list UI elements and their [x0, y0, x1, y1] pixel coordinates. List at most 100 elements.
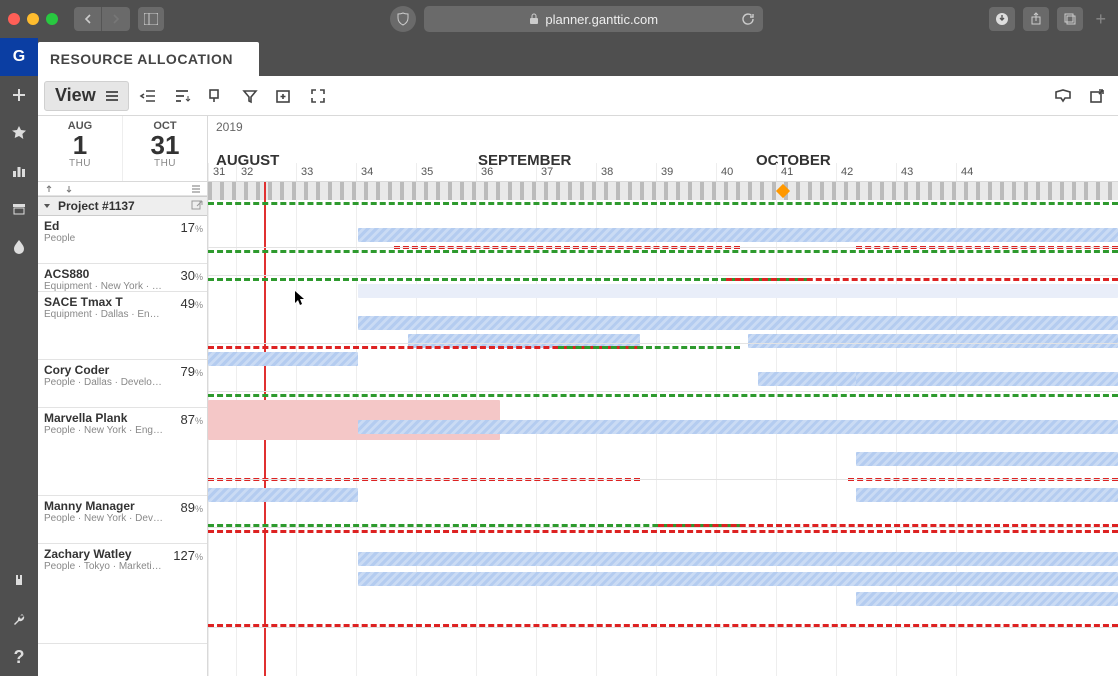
- share-icon[interactable]: [1023, 7, 1049, 31]
- gantt-band[interactable]: [208, 200, 1118, 248]
- resource-row[interactable]: EdPeople 17%: [38, 216, 207, 264]
- rail-drop-icon[interactable]: [0, 228, 38, 266]
- export-icon[interactable]: [1082, 81, 1112, 111]
- add-task-icon[interactable]: [269, 81, 299, 111]
- collapse-icon[interactable]: [42, 201, 52, 211]
- milestone-marker-icon[interactable]: [776, 184, 790, 198]
- sort-icon[interactable]: [167, 81, 197, 111]
- app-logo[interactable]: G: [0, 38, 38, 76]
- sort-up-icon[interactable]: [44, 184, 54, 194]
- resource-subtitle: People: [44, 233, 164, 244]
- task-bar[interactable]: [208, 352, 358, 366]
- url-text: planner.ganttic.com: [545, 12, 658, 27]
- resource-row[interactable]: Marvella PlankPeople · New York · Eng…87…: [38, 408, 207, 496]
- left-rail: G ?: [0, 38, 38, 676]
- end-date[interactable]: OCT 31 THU: [122, 116, 207, 181]
- app-root: G ? RESOURCE ALLOCATION View: [0, 38, 1118, 676]
- date-range[interactable]: AUG 1 THU OCT 31 THU: [38, 116, 208, 181]
- resource-row[interactable]: Manny ManagerPeople · New York · Dev…89%: [38, 496, 207, 544]
- tabs-overview-icon[interactable]: [1057, 7, 1083, 31]
- inbox-icon[interactable]: [1048, 81, 1078, 111]
- utilization-percent: 17%: [181, 220, 203, 235]
- address-bar[interactable]: planner.ganttic.com: [424, 6, 763, 32]
- resource-name: Marvella Plank: [44, 411, 201, 425]
- sort-down-icon[interactable]: [64, 184, 74, 194]
- timeline-header[interactable]: 2019 AUGUSTSEPTEMBEROCTOBER 313233343536…: [208, 116, 1118, 181]
- resource-row[interactable]: Cory CoderPeople · Dallas · Develo…79%: [38, 360, 207, 408]
- gantt-band[interactable]: [208, 276, 1118, 344]
- rail-chart-icon[interactable]: [0, 152, 38, 190]
- downloads-icon[interactable]: [989, 7, 1015, 31]
- capacity-line: [208, 202, 1118, 205]
- task-bar[interactable]: [856, 592, 1118, 606]
- capacity-line: [208, 530, 1118, 533]
- group-header[interactable]: Project #1137: [38, 196, 207, 216]
- gantt-band[interactable]: [208, 344, 1118, 392]
- forward-icon: [102, 7, 130, 31]
- week-label: 43: [896, 163, 956, 181]
- filter-icon[interactable]: [235, 81, 265, 111]
- resource-row[interactable]: SACE Tmax TEquipment · Dallas · En…49%: [38, 292, 207, 360]
- outdent-icon[interactable]: [133, 81, 163, 111]
- resource-row[interactable]: ACS880Equipment · New York · …30%: [38, 264, 207, 292]
- format-icon[interactable]: [201, 81, 231, 111]
- zoom-window-icon[interactable]: [46, 13, 58, 25]
- nav-back-forward[interactable]: [74, 7, 130, 31]
- resource-name: Ed: [44, 219, 201, 233]
- week-label: 41: [776, 163, 836, 181]
- view-button[interactable]: View: [44, 81, 129, 111]
- utilization-percent: 30%: [181, 268, 203, 283]
- close-window-icon[interactable]: [8, 13, 20, 25]
- gantt-band[interactable]: [208, 528, 1118, 628]
- week-label: 33: [296, 163, 356, 181]
- week-label: 42: [836, 163, 896, 181]
- gantt-band[interactable]: [208, 480, 1118, 528]
- task-bar[interactable]: [856, 488, 1118, 502]
- gantt-chart[interactable]: [208, 182, 1118, 676]
- column-menu-icon[interactable]: [191, 184, 201, 194]
- resource-row[interactable]: Zachary WatleyPeople · Tokyo · Marketi…1…: [38, 544, 207, 644]
- date-header: AUG 1 THU OCT 31 THU 2019 AUGUSTSEPTEMBE…: [38, 116, 1118, 182]
- sidebar-toggle-icon[interactable]: [138, 7, 164, 31]
- rail-plug-icon[interactable]: [0, 562, 38, 600]
- task-bar[interactable]: [358, 228, 1118, 242]
- fullscreen-icon[interactable]: [303, 81, 333, 111]
- open-group-icon[interactable]: [191, 200, 203, 212]
- task-bar[interactable]: [208, 488, 358, 502]
- week-label: 39: [656, 163, 716, 181]
- reload-icon[interactable]: [741, 12, 755, 26]
- task-bar[interactable]: [358, 420, 1118, 434]
- row-headers: Project #1137 EdPeople 17% ACS880Equipment…: [38, 182, 208, 676]
- view-label: View: [55, 85, 96, 106]
- week-label: 44: [956, 163, 1016, 181]
- task-bar[interactable]: [358, 284, 1118, 298]
- utilization-percent: 89%: [181, 500, 203, 515]
- week-label: 31: [208, 163, 236, 181]
- gantt-band[interactable]: [208, 392, 1118, 480]
- task-bar[interactable]: [856, 452, 1118, 466]
- rail-star-icon[interactable]: [0, 114, 38, 152]
- menu-icon: [106, 91, 118, 101]
- task-bar[interactable]: [358, 552, 1118, 566]
- week-label: 34: [356, 163, 416, 181]
- resource-name: Manny Manager: [44, 499, 201, 513]
- column-sort-bar[interactable]: [38, 182, 207, 196]
- end-day: 31: [123, 132, 207, 158]
- utilization-percent: 49%: [181, 296, 203, 311]
- back-icon[interactable]: [74, 7, 102, 31]
- end-dow: THU: [123, 158, 207, 169]
- gantt-band[interactable]: [208, 248, 1118, 276]
- new-tab-icon[interactable]: +: [1091, 9, 1110, 30]
- rail-help-icon[interactable]: ?: [0, 638, 38, 676]
- task-bar[interactable]: [856, 372, 1118, 386]
- task-bar[interactable]: [358, 316, 1118, 330]
- rail-settings-icon[interactable]: [0, 600, 38, 638]
- rail-add-icon[interactable]: [0, 76, 38, 114]
- start-date[interactable]: AUG 1 THU: [38, 116, 122, 181]
- capacity-line: [208, 278, 808, 281]
- privacy-shield-icon[interactable]: [390, 6, 416, 32]
- minimize-window-icon[interactable]: [27, 13, 39, 25]
- task-bar[interactable]: [358, 572, 1118, 586]
- rail-archive-icon[interactable]: [0, 190, 38, 228]
- tab-resource-allocation[interactable]: RESOURCE ALLOCATION: [38, 42, 259, 76]
